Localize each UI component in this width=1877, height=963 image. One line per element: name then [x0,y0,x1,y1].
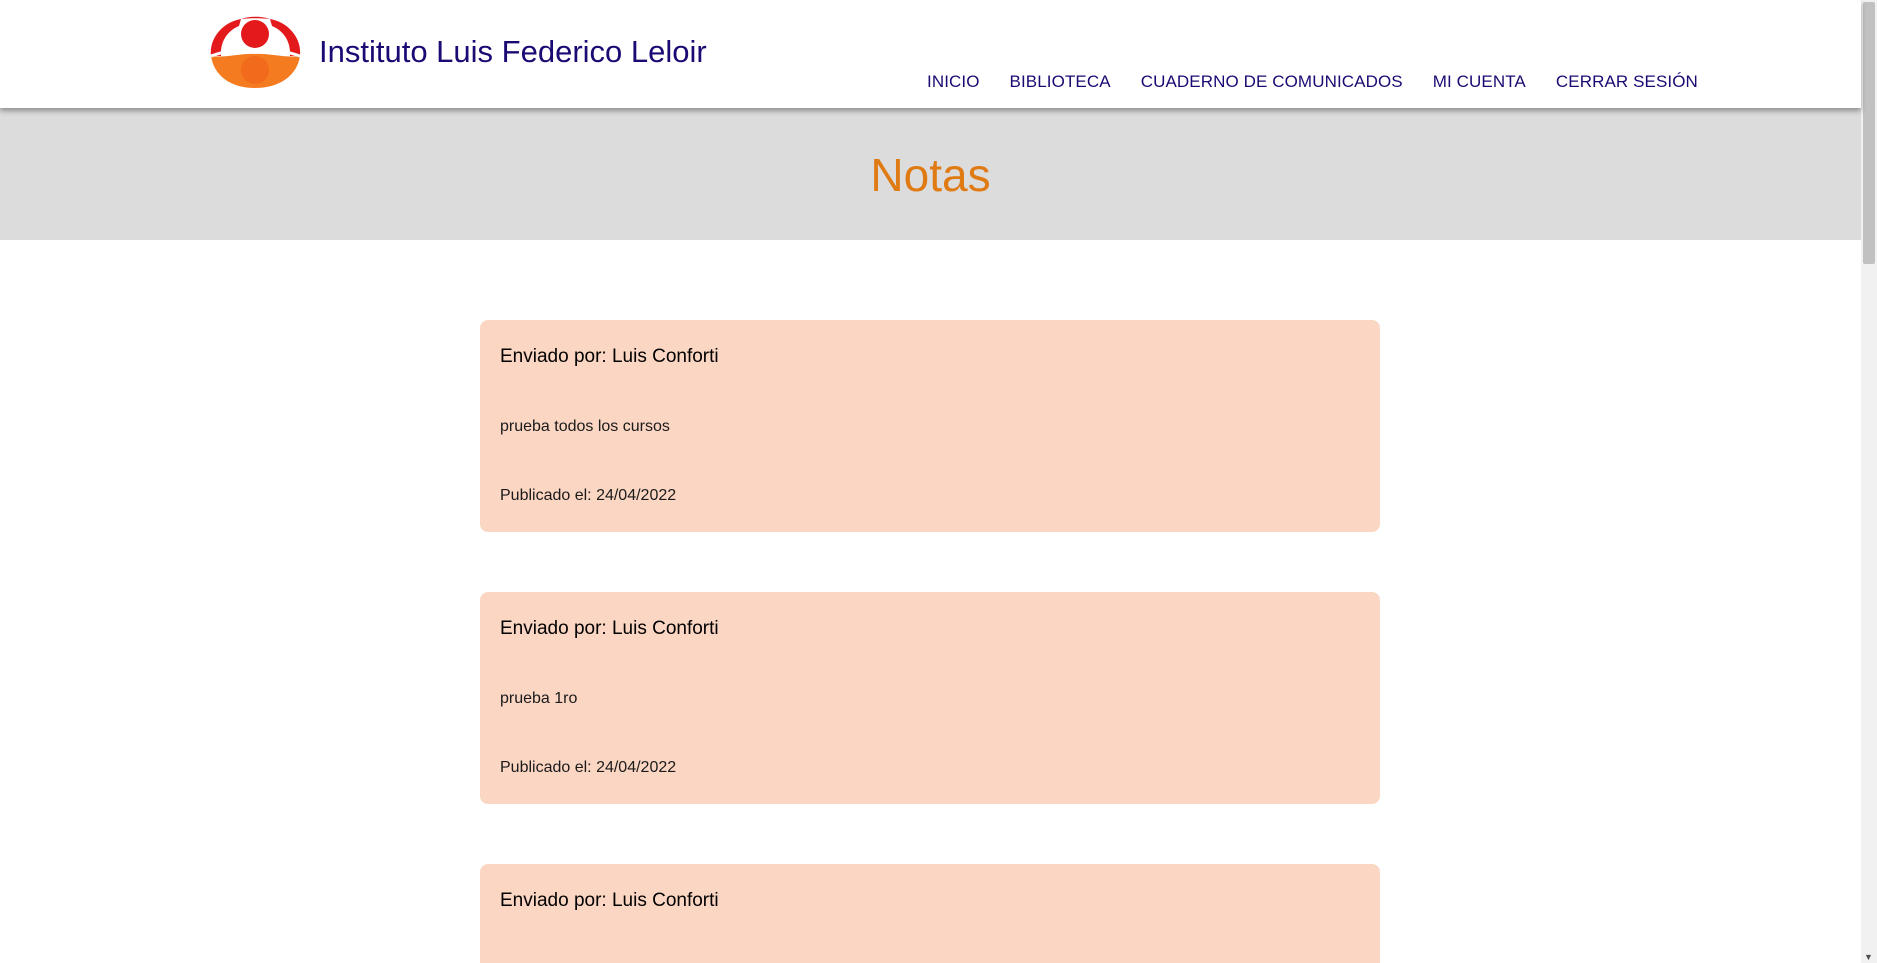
institute-logo-icon[interactable] [209,16,302,90]
note-body: prueba 1ro [500,690,578,707]
vertical-scrollbar[interactable]: ▼ [1861,0,1877,963]
nav-mi-cuenta[interactable]: MI CUENTA [1433,72,1526,92]
site-header: Instituto Luis Federico Leloir INICIO BI… [0,0,1861,108]
page-title: Notas [870,149,991,201]
note-date: Publicado el: 24/04/2022 [500,487,677,504]
nav-cuaderno-de-comunicados[interactable]: CUADERNO DE COMUNICADOS [1141,72,1403,92]
note-card: Enviado por: Luis Conforti prueba 1ro Pu… [480,592,1380,804]
page-banner: Notas [0,108,1861,240]
nav-biblioteca[interactable]: BIBLIOTECA [1010,72,1111,92]
note-body: prueba todos los cursos [500,418,670,435]
note-sender: Enviado por: Luis Conforti [500,346,719,367]
scroll-down-arrow-icon[interactable]: ▼ [1864,952,1873,962]
note-date: Publicado el: 24/04/2022 [500,759,677,776]
main-nav: INICIO BIBLIOTECA CUADERNO DE COMUNICADO… [927,72,1698,92]
note-card: Enviado por: Luis Conforti [480,864,1380,963]
nav-inicio[interactable]: INICIO [927,72,980,92]
scrollbar-thumb[interactable] [1863,2,1875,264]
note-sender: Enviado por: Luis Conforti [500,618,719,639]
note-card: Enviado por: Luis Conforti prueba todos … [480,320,1380,532]
note-sender: Enviado por: Luis Conforti [500,890,719,911]
site-title[interactable]: Instituto Luis Federico Leloir [319,34,707,70]
nav-cerrar-sesion[interactable]: CERRAR SESIÓN [1556,72,1698,92]
